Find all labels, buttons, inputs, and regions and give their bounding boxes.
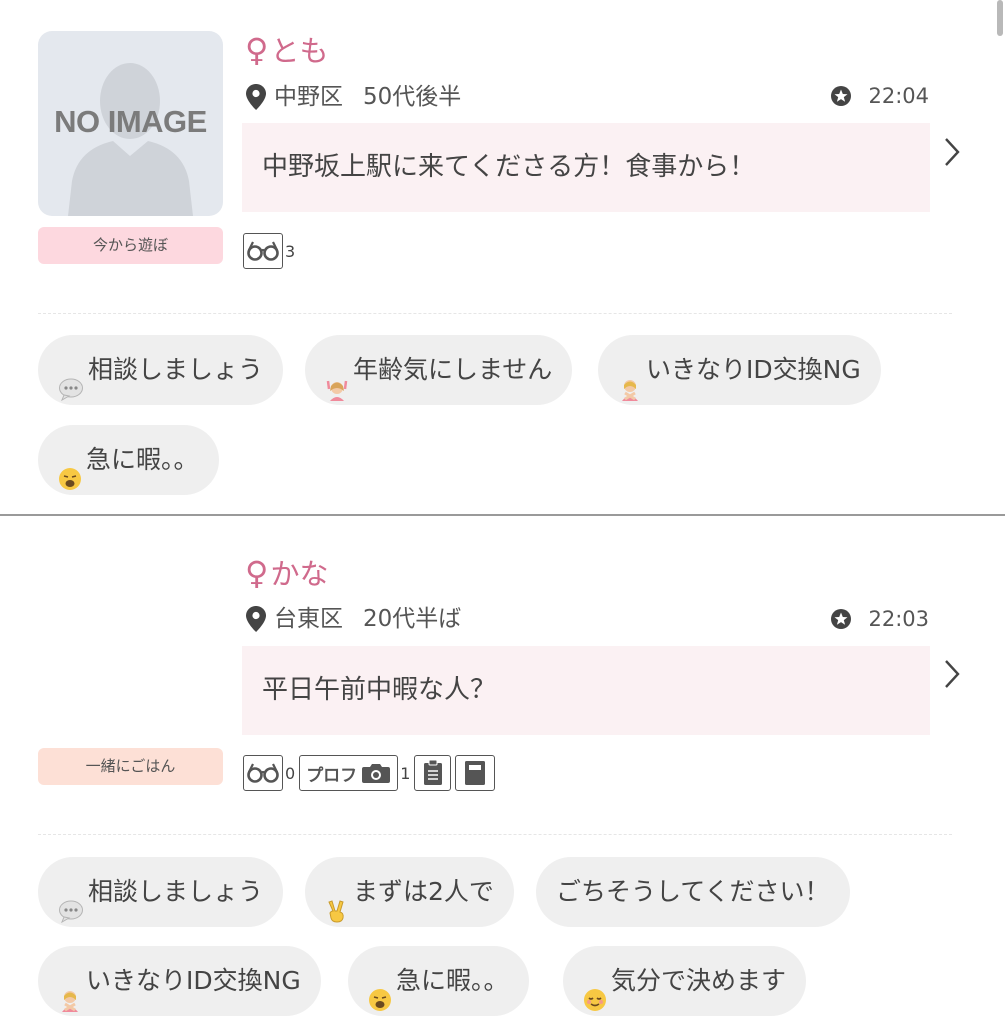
chip-treat-me: ごちそうしてください！ xyxy=(536,857,850,927)
user-meta: 台東区 20代半ば xyxy=(246,602,461,636)
no-image-label: NO IMAGE xyxy=(54,104,207,139)
speech-bubble-icon xyxy=(58,358,84,402)
chip-consult: 相談しましょう xyxy=(38,335,284,405)
chip-suddenly-free: 急に暇。。 xyxy=(348,946,529,1016)
age-text: 20代半ば xyxy=(363,606,462,632)
profile-label: プロフ xyxy=(306,765,358,786)
person-ok-icon xyxy=(325,358,349,401)
location-pin-icon xyxy=(246,606,266,632)
footprints-badge xyxy=(243,755,283,791)
area-text: 中野区 xyxy=(274,84,343,110)
post-card-1[interactable]: NO IMAGE 今から遊ぼ ♀とも 中野区 50代後半 22:04 中野坂上駅… xyxy=(0,0,1005,515)
speech-bubble-icon xyxy=(58,880,84,924)
post-time: 22:04 xyxy=(830,79,929,113)
glasses-icon xyxy=(247,763,279,783)
chevron-right-icon[interactable] xyxy=(940,657,964,691)
avatar-placeholder[interactable]: NO IMAGE xyxy=(38,31,223,216)
relieved-face-icon xyxy=(583,969,607,1011)
dashed-divider xyxy=(38,834,952,835)
person-no-icon xyxy=(618,358,642,401)
post-card-2[interactable]: 一緒にごはん ♀かな 台東区 20代半ば 22:03 平日午前中暇な人？ 0 プ… xyxy=(0,516,1005,1024)
user-name-text: とも xyxy=(270,34,329,68)
footprints-badge xyxy=(243,233,283,269)
message-box[interactable]: 平日午前中暇な人？ xyxy=(242,646,930,735)
chip-consult: 相談しましょう xyxy=(38,857,284,927)
chevron-right-icon[interactable] xyxy=(940,135,964,169)
views-count: 0 xyxy=(285,763,296,783)
chip-two-first: まずは2人で xyxy=(305,857,514,927)
post-icons: 0 プロフ 1 xyxy=(243,753,496,793)
user-meta: 中野区 50代後半 xyxy=(246,80,461,114)
victory-hand-icon xyxy=(325,880,349,923)
female-icon: ♀ xyxy=(245,31,269,69)
document-icon xyxy=(423,760,442,785)
person-no-icon xyxy=(58,969,82,1012)
weary-face-icon xyxy=(368,969,392,1011)
chip-age-ok: 年齢気にしません xyxy=(305,335,573,405)
user-name-text: かな xyxy=(270,557,329,591)
chip-mood-decide: 気分で決めます xyxy=(563,946,807,1016)
user-name[interactable]: ♀かな xyxy=(245,553,328,593)
status-tag: 今から遊ぼ xyxy=(38,227,223,264)
user-name[interactable]: ♀とも xyxy=(245,30,328,70)
notebook-badge xyxy=(455,755,496,791)
camera-icon xyxy=(362,764,391,783)
chip-id-exchange-ng: いきなりID交換NG xyxy=(598,335,881,405)
age-text: 50代後半 xyxy=(363,84,462,110)
chip-id-exchange-ng: いきなりID交換NG xyxy=(38,946,321,1016)
star-badge-icon xyxy=(831,609,852,629)
post-time: 22:03 xyxy=(830,602,929,636)
star-badge-icon xyxy=(831,86,852,106)
post-icons: 3 xyxy=(243,231,299,271)
time-text: 22:04 xyxy=(868,84,929,108)
female-icon: ♀ xyxy=(245,554,269,592)
photo-count: 1 xyxy=(400,763,411,783)
message-box[interactable]: 中野坂上駅に来てくださる方！食事から！ xyxy=(242,123,930,212)
document-badge xyxy=(414,755,452,791)
views-count: 3 xyxy=(285,241,296,261)
profile-photo-badge: プロフ xyxy=(299,755,399,791)
status-tag: 一緒にごはん xyxy=(38,748,223,785)
glasses-icon xyxy=(247,241,279,261)
time-text: 22:03 xyxy=(868,607,929,631)
location-pin-icon xyxy=(246,84,266,110)
chip-suddenly-free: 急に暇。。 xyxy=(38,425,219,495)
notebook-icon xyxy=(465,761,486,785)
dashed-divider xyxy=(38,313,952,314)
weary-face-icon xyxy=(58,448,82,490)
area-text: 台東区 xyxy=(274,606,343,632)
